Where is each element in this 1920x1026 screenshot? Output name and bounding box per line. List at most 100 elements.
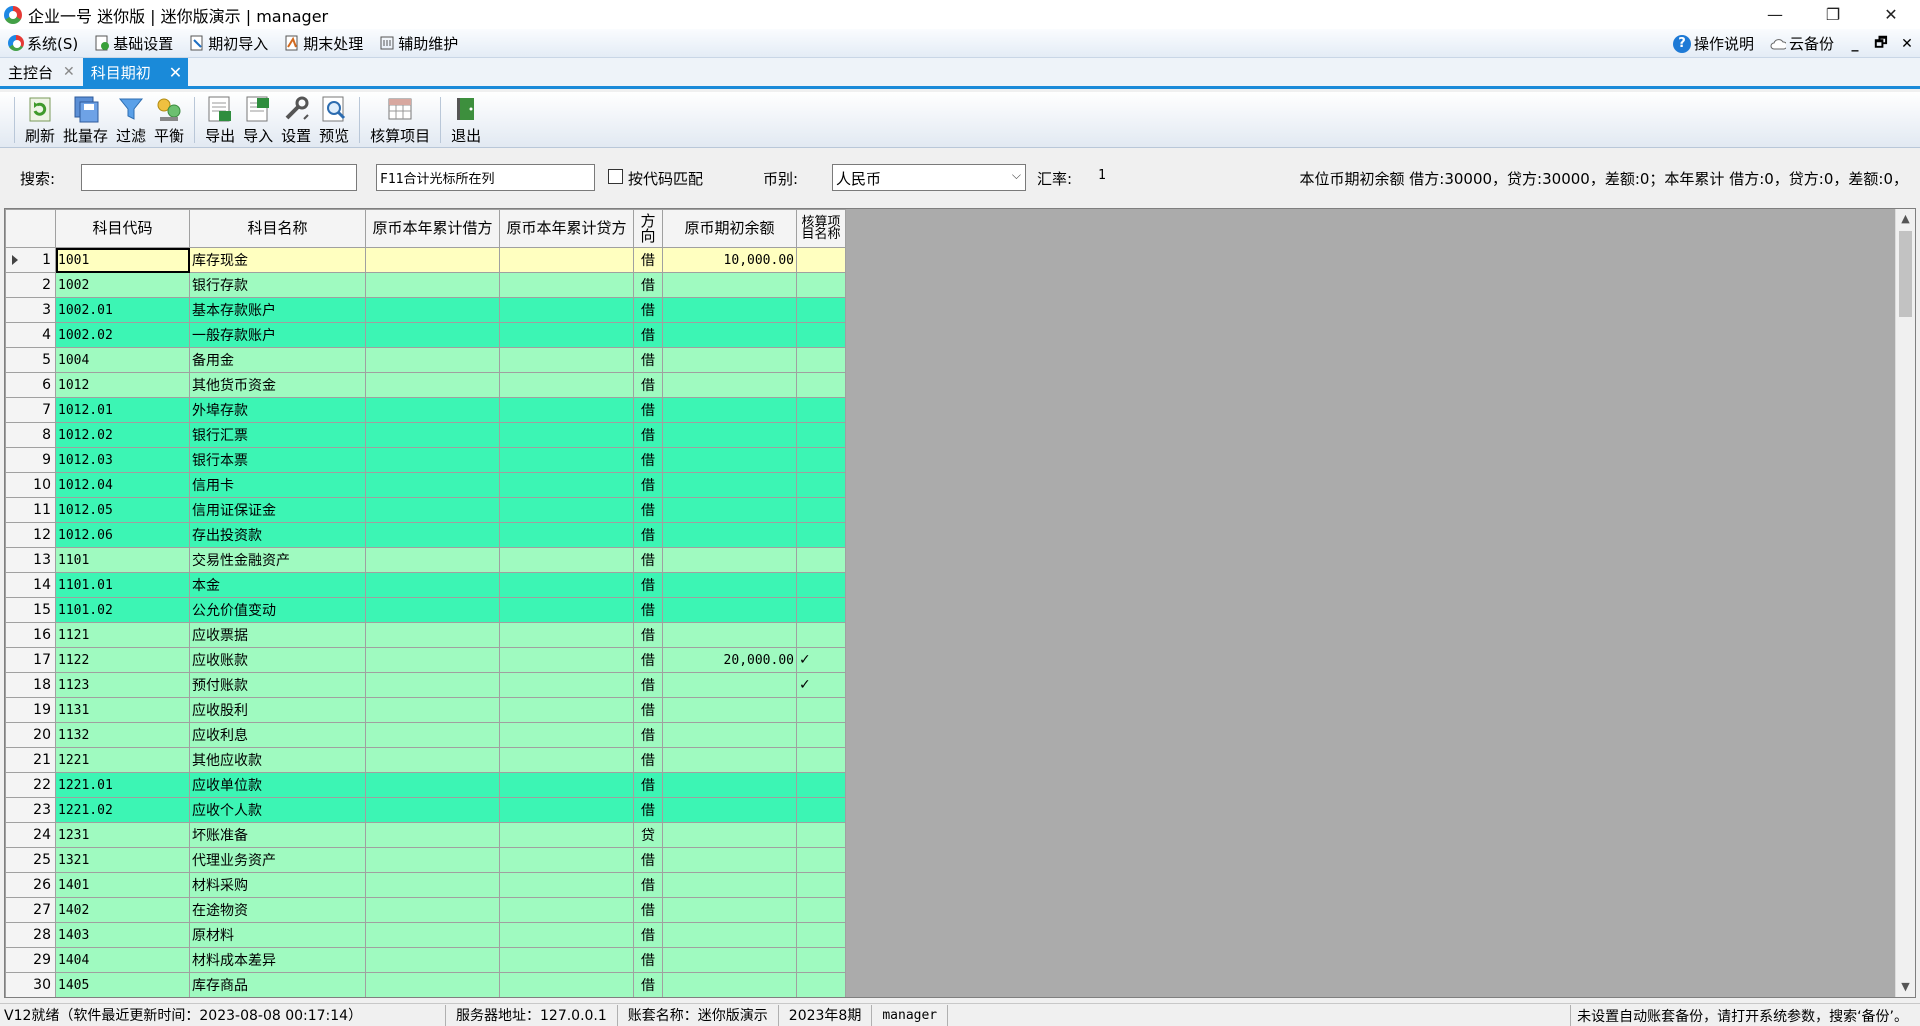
cell-balance[interactable] <box>662 422 797 448</box>
cell-direction[interactable]: 借 <box>633 947 663 973</box>
cell-debit[interactable] <box>365 722 500 748</box>
cell-debit[interactable] <box>365 872 500 898</box>
cell-direction[interactable]: 借 <box>633 572 663 598</box>
cell-credit[interactable] <box>499 622 634 648</box>
cell-name[interactable]: 坏账准备 <box>189 822 366 848</box>
close-button[interactable]: ✕ <box>1862 0 1920 29</box>
cell-name[interactable]: 库存商品 <box>189 972 366 997</box>
cell-credit[interactable] <box>499 572 634 598</box>
cell-code[interactable]: 1101 <box>55 547 190 573</box>
cell-debit[interactable] <box>365 322 500 348</box>
currency-select[interactable]: 人民币 ⌵ <box>832 164 1026 191</box>
cell-credit[interactable] <box>499 822 634 848</box>
cell-balance[interactable] <box>662 947 797 973</box>
cell-direction[interactable]: 借 <box>633 422 663 448</box>
cell-name[interactable]: 在途物资 <box>189 897 366 923</box>
cell-debit[interactable] <box>365 247 500 273</box>
cell-code[interactable]: 1012.05 <box>55 497 190 523</box>
cell-direction[interactable]: 贷 <box>633 822 663 848</box>
table-row[interactable]: 18 1123 预付账款 借 ✓ <box>5 672 846 698</box>
cell-audit[interactable] <box>796 572 846 598</box>
cell-debit[interactable] <box>365 797 500 823</box>
preview-button[interactable]: 预览 <box>315 93 353 147</box>
cell-audit[interactable] <box>796 597 846 623</box>
cell-direction[interactable]: 借 <box>633 522 663 548</box>
cell-audit[interactable] <box>796 847 846 873</box>
table-row[interactable]: 6 1012 其他货币资金 借 <box>5 372 846 398</box>
table-row[interactable]: 12 1012.06 存出投资款 借 <box>5 522 846 548</box>
cell-audit[interactable] <box>796 347 846 373</box>
cell-balance[interactable] <box>662 722 797 748</box>
filter-button[interactable]: 过滤 <box>112 93 150 147</box>
cell-credit[interactable] <box>499 547 634 573</box>
cell-balance[interactable] <box>662 872 797 898</box>
code-match-checkbox[interactable] <box>608 169 623 184</box>
table-row[interactable]: 20 1132 应收利息 借 <box>5 722 846 748</box>
cell-name[interactable]: 公允价值变动 <box>189 597 366 623</box>
cell-credit[interactable] <box>499 397 634 423</box>
cell-name[interactable]: 应收票据 <box>189 622 366 648</box>
cell-debit[interactable] <box>365 947 500 973</box>
cell-debit[interactable] <box>365 772 500 798</box>
refresh-button[interactable]: 刷新 <box>21 93 59 147</box>
cell-code[interactable]: 1404 <box>55 947 190 973</box>
cell-credit[interactable] <box>499 872 634 898</box>
cell-audit[interactable] <box>796 297 846 323</box>
cell-balance[interactable] <box>662 447 797 473</box>
cell-code[interactable]: 1405 <box>55 972 190 997</box>
cell-credit[interactable] <box>499 247 634 273</box>
scroll-down-icon[interactable]: ▼ <box>1896 977 1915 997</box>
cell-name[interactable]: 应收单位款 <box>189 772 366 798</box>
cell-code[interactable]: 1123 <box>55 672 190 698</box>
cell-debit[interactable] <box>365 897 500 923</box>
cell-debit[interactable] <box>365 822 500 848</box>
table-row[interactable]: 26 1401 材料采购 借 <box>5 872 846 898</box>
cell-audit[interactable]: ✓ <box>796 647 846 673</box>
help-button[interactable]: ? 操作说明 <box>1665 29 1762 58</box>
table-row[interactable]: 4 1002.02 一般存款账户 借 <box>5 322 846 348</box>
cell-balance[interactable] <box>662 622 797 648</box>
cell-audit[interactable] <box>796 397 846 423</box>
cell-code[interactable]: 1403 <box>55 922 190 948</box>
audit-items-button[interactable]: 核算项目 <box>366 93 434 147</box>
cell-credit[interactable] <box>499 747 634 773</box>
cell-debit[interactable] <box>365 497 500 523</box>
table-row[interactable]: 14 1101.01 本金 借 <box>5 572 846 598</box>
cell-direction[interactable]: 借 <box>633 847 663 873</box>
cell-balance[interactable] <box>662 922 797 948</box>
header-audit[interactable]: 核算项目名称 <box>796 209 846 248</box>
header-balance[interactable]: 原币期初余额 <box>662 209 797 248</box>
cell-credit[interactable] <box>499 722 634 748</box>
table-row[interactable]: 23 1221.02 应收个人款 借 <box>5 797 846 823</box>
table-row[interactable]: 5 1004 备用金 借 <box>5 347 846 373</box>
cell-balance[interactable] <box>662 272 797 298</box>
cell-credit[interactable] <box>499 422 634 448</box>
cell-name[interactable]: 交易性金融资产 <box>189 547 366 573</box>
cell-code[interactable]: 1221 <box>55 747 190 773</box>
restore-button[interactable]: ❐ <box>1804 0 1862 29</box>
cell-credit[interactable] <box>499 897 634 923</box>
cell-debit[interactable] <box>365 372 500 398</box>
cell-debit[interactable] <box>365 522 500 548</box>
cell-balance[interactable] <box>662 322 797 348</box>
cell-name[interactable]: 应收股利 <box>189 697 366 723</box>
cell-code[interactable]: 1012 <box>55 372 190 398</box>
cell-balance[interactable] <box>662 797 797 823</box>
cell-credit[interactable] <box>499 797 634 823</box>
cell-direction[interactable]: 借 <box>633 622 663 648</box>
scrollbar-thumb[interactable] <box>1899 231 1912 317</box>
cell-name[interactable]: 其他货币资金 <box>189 372 366 398</box>
table-row[interactable]: 15 1101.02 公允价值变动 借 <box>5 597 846 623</box>
cell-audit[interactable] <box>796 697 846 723</box>
cell-direction[interactable]: 借 <box>633 722 663 748</box>
cell-balance[interactable] <box>662 697 797 723</box>
header-credit[interactable]: 原币本年累计贷方 <box>499 209 634 248</box>
header-code[interactable]: 科目代码 <box>55 209 190 248</box>
vertical-scrollbar[interactable]: ▲ ▼ <box>1895 209 1915 997</box>
menu-basic-settings[interactable]: 基础设置 <box>86 29 181 58</box>
cell-credit[interactable] <box>499 322 634 348</box>
cell-debit[interactable] <box>365 572 500 598</box>
cell-balance[interactable]: 10,000.00 <box>662 247 797 273</box>
cell-code[interactable]: 1401 <box>55 872 190 898</box>
cell-audit[interactable] <box>796 522 846 548</box>
